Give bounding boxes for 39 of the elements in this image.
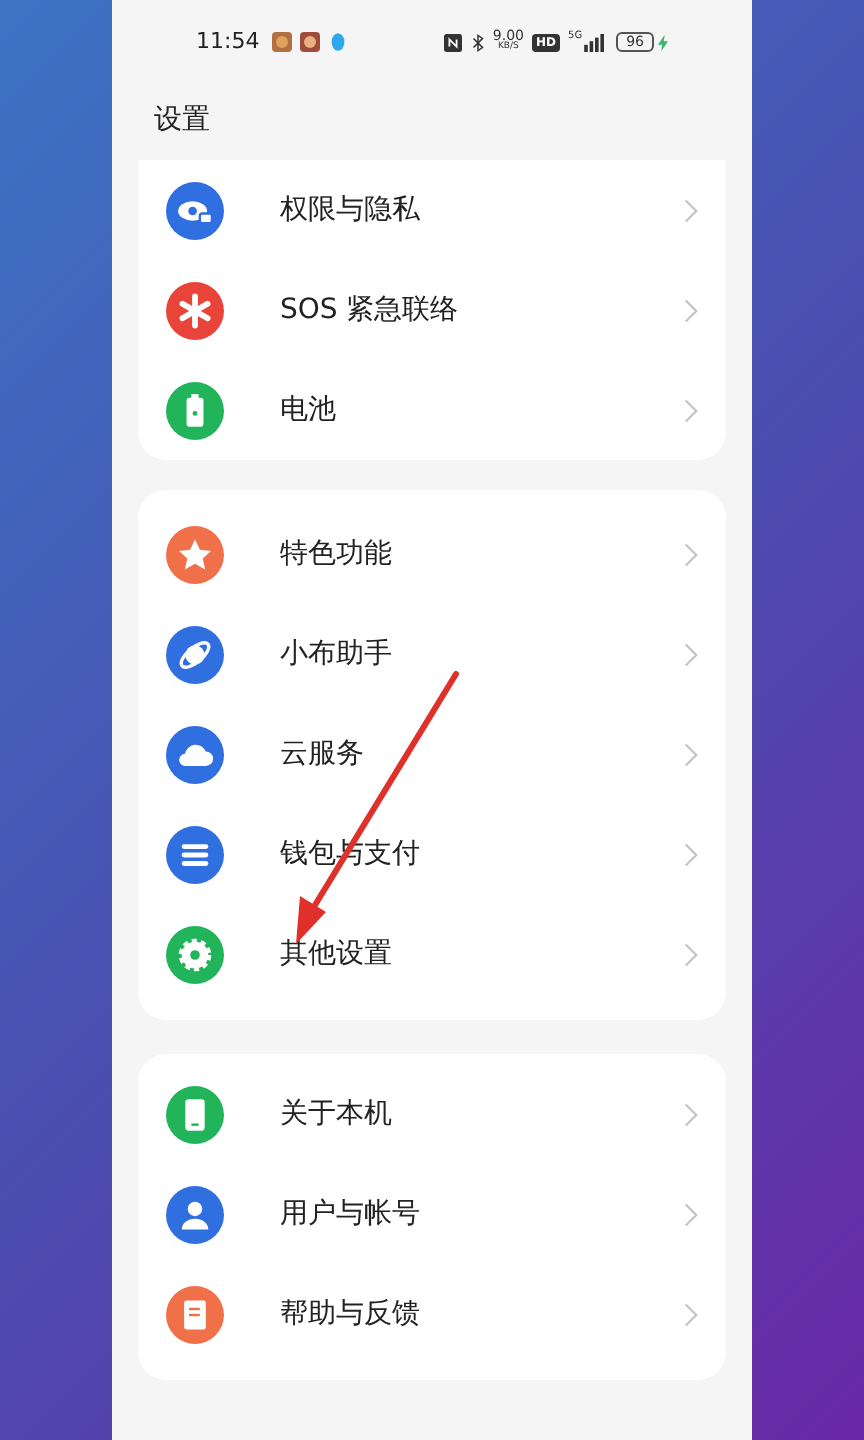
settings-item[interactable]: 关于本机 <box>164 1064 726 1164</box>
settings-item[interactable]: 权限与隐私 <box>164 160 726 260</box>
item-label: 特色功能 <box>280 535 394 573</box>
chevron-icon <box>684 741 698 767</box>
settings-item[interactable]: 用户与帐号 <box>164 1164 726 1264</box>
item-label: 其他设置 <box>280 935 394 973</box>
chevron-icon <box>684 297 698 323</box>
chevron-icon <box>684 841 698 867</box>
app-notification-icon <box>271 32 292 52</box>
chevron-icon <box>684 541 698 567</box>
settings-item[interactable]: SOS 紧急联络 <box>164 260 726 360</box>
item-label: 关于本机 <box>280 1095 394 1133</box>
chevron-icon <box>684 1101 698 1127</box>
item-label: 用户与帐号 <box>280 1195 422 1233</box>
item-label: 小布助手 <box>280 635 394 673</box>
settings-item[interactable]: 其他设置 <box>164 904 726 1004</box>
page-title: 设置 <box>154 101 210 139</box>
chevron-icon <box>684 397 698 423</box>
item-label: SOS 紧急联络 <box>280 291 461 329</box>
settings-item[interactable]: 电池 <box>164 360 726 460</box>
item-label: 权限与隐私 <box>280 191 422 229</box>
item-label: 帮助与反馈 <box>280 1295 422 1333</box>
app-notification-icon <box>299 32 320 52</box>
settings-item[interactable]: 小布助手 <box>164 604 726 704</box>
settings-item[interactable]: 云服务 <box>164 704 726 804</box>
settings-item[interactable]: 特色功能 <box>164 504 726 604</box>
chevron-icon <box>684 1301 698 1327</box>
chevron-icon <box>684 941 698 967</box>
item-label: 电池 <box>280 391 338 429</box>
chevron-icon <box>684 641 698 667</box>
signal-icon <box>584 33 607 51</box>
settings-item[interactable]: 帮助与反馈 <box>164 1264 726 1364</box>
chevron-icon <box>684 197 698 223</box>
status-time: 11:54 <box>196 25 260 58</box>
item-label: 云服务 <box>280 735 366 773</box>
nfc-icon <box>444 33 463 51</box>
charging-icon <box>658 33 668 51</box>
bluetooth-icon <box>472 33 485 51</box>
chevron-icon <box>684 1201 698 1227</box>
